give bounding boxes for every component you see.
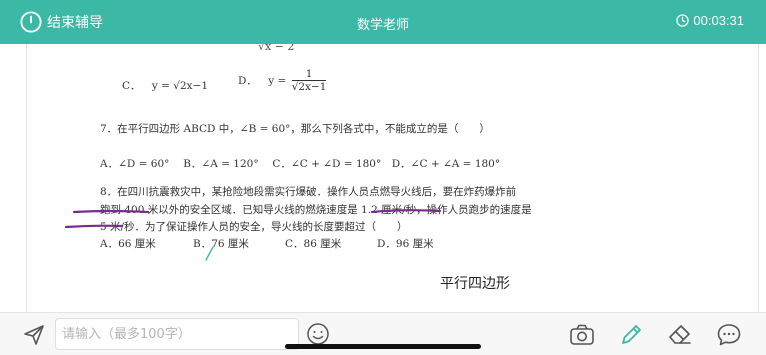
chat-icon[interactable]	[716, 322, 742, 348]
q8-line-1: 8．在四川抗震救灾中，某抢险地段需实行爆破．操作人员点燃导火线后，要在炸药爆炸前	[100, 186, 517, 198]
fraction-numerator: 1	[291, 68, 327, 81]
document-viewer[interactable]: √x − 2 C． y = √2x−1 D． y = 1 √2x−1 7．在平行…	[0, 44, 766, 312]
teacher-title: 数学老师	[356, 17, 409, 32]
pen-icon[interactable]	[618, 322, 644, 348]
send-icon[interactable]	[22, 323, 46, 347]
session-timer: 00:03:31	[676, 13, 744, 28]
q6-option-d-prefix: y =	[268, 75, 287, 87]
emoji-icon[interactable]	[306, 322, 330, 346]
home-indicator[interactable]	[285, 344, 481, 349]
q8-option-b: B．76 厘米	[193, 238, 249, 250]
top-bar: 结束辅导 数学老师 00:03:31	[0, 0, 766, 44]
fraction-denominator: √2x−1	[291, 81, 327, 93]
q6-option-d-fraction: 1 √2x−1	[291, 68, 327, 94]
q8-line-2: 跑到 400 米以外的安全区域．已知导火线的燃烧速度是 1.2 厘米/秒，操作人…	[100, 204, 532, 216]
timer-value: 00:03:31	[693, 13, 744, 28]
q8-option-d: D．96 厘米	[377, 238, 434, 250]
q8-line-3: 5 米/秒．为了保证操作人员的安全，导火线的长度要超过（ ）	[100, 221, 408, 233]
q6-option-c-label: C．	[122, 80, 141, 92]
worksheet-page: √x − 2 C． y = √2x−1 D． y = 1 √2x−1 7．在平行…	[0, 44, 766, 312]
q6-option-c: C． y = √2x−1	[122, 78, 208, 93]
eraser-icon[interactable]	[667, 322, 693, 348]
q6-option-d-label: D．	[238, 75, 257, 87]
camera-icon[interactable]	[569, 322, 595, 348]
handwritten-note-text: 平行四边形	[440, 276, 510, 292]
cutoff-formula: √x − 2	[258, 44, 295, 53]
message-input[interactable]	[55, 318, 299, 350]
q7-options: A．∠D = 60° B．∠A = 120° C．∠C + ∠D = 180° …	[100, 158, 501, 170]
q8-option-c: C．86 厘米	[285, 238, 342, 250]
clock-icon	[676, 14, 690, 27]
q8-option-a: A．66 厘米	[100, 238, 156, 250]
q6-option-c-expr: y = √2x−1	[151, 80, 209, 92]
q7-stem: 7．在平行四边形 ABCD 中，∠B = 60°，那么下列各式中，不能成立的是（…	[100, 123, 490, 135]
q6-option-d: D． y = 1 √2x−1	[238, 68, 327, 94]
